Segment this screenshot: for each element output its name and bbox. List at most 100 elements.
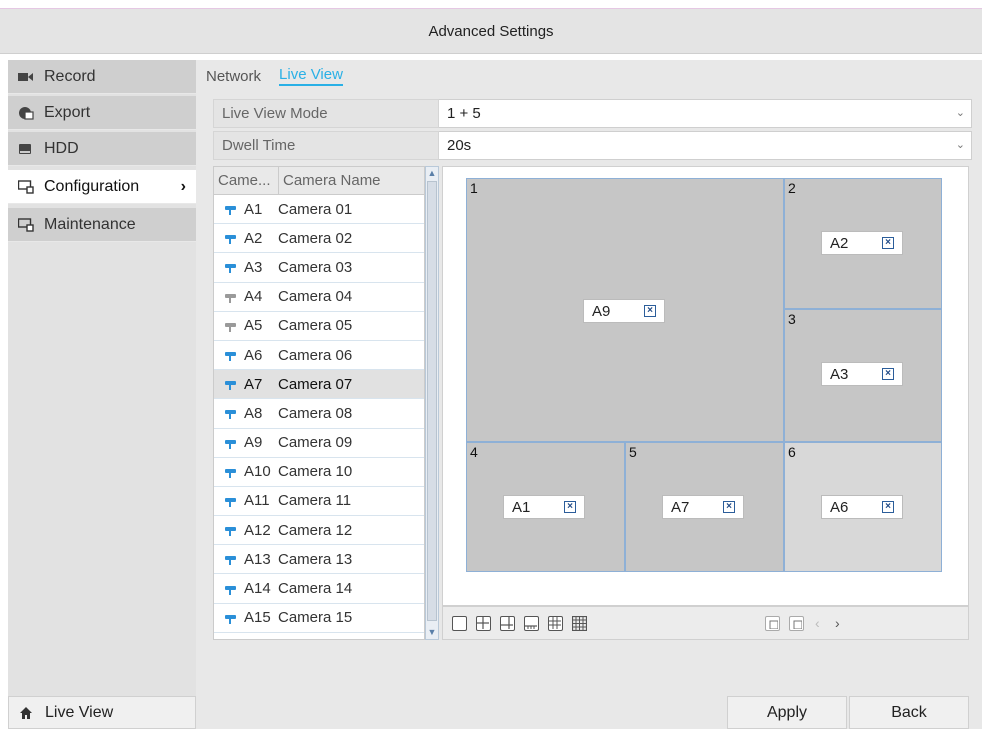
scroll-down-icon[interactable]: ▼	[426, 626, 438, 639]
camera-list-header: Came... Camera Name	[214, 167, 424, 195]
camera-list: Came... Camera Name A1 Camera 01 A2 Camera …	[213, 166, 425, 640]
sidebar-item-configuration[interactable]: Configuration ›	[8, 170, 196, 204]
live-view-mode-select[interactable]: 1 + 5 ⌄	[439, 99, 972, 128]
export-icon	[18, 106, 34, 120]
window-number: 3	[788, 311, 796, 327]
table-row[interactable]: A6 Camera 06	[214, 341, 424, 371]
tab-network[interactable]: Network	[206, 68, 261, 85]
camera-list-scrollbar[interactable]: ▲ ▼	[425, 166, 439, 640]
scrollbar-thumb[interactable]	[427, 181, 437, 621]
close-icon[interactable]: ×	[882, 501, 894, 513]
layout-window-3[interactable]: 3 A3 ×	[784, 309, 942, 442]
close-icon[interactable]: ×	[723, 501, 735, 513]
sidebar-item-export[interactable]: Export	[8, 96, 196, 130]
copy-window-icon[interactable]	[765, 616, 780, 631]
camera-name: Camera 01	[278, 200, 353, 218]
live-view-label: Live View	[45, 703, 114, 721]
layout-6-icon[interactable]	[500, 616, 515, 631]
paste-window-icon[interactable]	[789, 616, 804, 631]
dwell-time-select[interactable]: 20s ⌄	[439, 131, 972, 160]
camera-icon	[224, 232, 240, 245]
layout-window-4[interactable]: 4 A1 ×	[466, 442, 625, 572]
layout-window-6[interactable]: 6 A6 ×	[784, 442, 942, 572]
sidebar-item-label: Maintenance	[44, 215, 136, 233]
camera-id: A1	[244, 200, 263, 218]
camera-icon	[224, 378, 240, 391]
table-row[interactable]: A13 Camera 13	[214, 545, 424, 575]
apply-button[interactable]: Apply	[727, 696, 847, 729]
window-camera-label: A1	[512, 498, 531, 516]
table-row[interactable]: A15 Camera 15	[214, 604, 424, 633]
sidebar-item-label: Record	[44, 67, 96, 85]
table-row[interactable]: A14 Camera 14	[214, 574, 424, 604]
camera-name: Camera 05	[278, 317, 353, 335]
chevron-right-icon: ›	[180, 177, 186, 195]
window-camera-label: A3	[830, 365, 849, 383]
camera-icon	[224, 203, 240, 216]
camera-name: Camera 02	[278, 229, 353, 247]
close-icon[interactable]: ×	[564, 501, 576, 513]
layout-16-icon[interactable]	[572, 616, 587, 631]
sidebar-item-maintenance[interactable]: Maintenance	[8, 208, 196, 242]
camera-id: A9	[244, 434, 263, 452]
hdd-icon	[18, 142, 34, 156]
layout-toolbar: ‹ ›	[442, 606, 969, 640]
column-header-camera-no[interactable]: Came...	[214, 167, 279, 194]
table-row[interactable]: A7 Camera 07	[214, 370, 424, 400]
table-row[interactable]: A2 Camera 02	[214, 224, 424, 254]
layout-9-icon[interactable]	[548, 616, 563, 631]
live-view-button[interactable]: Live View	[8, 696, 196, 729]
maintenance-icon	[17, 217, 34, 232]
layout-window-5[interactable]: 5 A7 ×	[625, 442, 784, 572]
table-row[interactable]: A12 Camera 12	[214, 516, 424, 546]
camera-name: Camera 10	[278, 463, 353, 481]
camera-icon	[224, 320, 240, 332]
tab-live-view[interactable]: Live View	[279, 66, 343, 86]
layout-grid: 1 A9 × 2 A2 × 3 A3 × 4 A1 × 5 A7 × 6 A6 …	[466, 178, 942, 572]
table-row[interactable]: A11 Camera 11	[214, 487, 424, 517]
camera-id: A4	[244, 288, 263, 306]
camera-id: A13	[244, 550, 271, 568]
close-icon[interactable]: ×	[644, 305, 656, 317]
layout-8-icon[interactable]	[524, 616, 539, 631]
back-button[interactable]: Back	[849, 696, 969, 729]
camera-icon	[224, 261, 240, 274]
window-camera-tag: A7 ×	[662, 495, 744, 519]
scroll-up-icon[interactable]: ▲	[426, 167, 438, 180]
window-camera-tag: A6 ×	[821, 495, 903, 519]
layout-4-icon[interactable]	[476, 616, 491, 631]
window-title: Advanced Settings	[428, 22, 554, 40]
layout-window-2[interactable]: 2 A2 ×	[784, 178, 942, 309]
table-row[interactable]: A9 Camera 09	[214, 429, 424, 458]
column-header-camera-name[interactable]: Camera Name	[279, 167, 381, 194]
previous-page-icon[interactable]: ‹	[815, 615, 820, 631]
camera-icon	[224, 612, 240, 624]
camera-name: Camera 09	[278, 434, 353, 452]
table-row[interactable]: A1 Camera 01	[214, 195, 424, 225]
camera-name: Camera 11	[278, 492, 352, 510]
window-camera-label: A2	[830, 234, 849, 252]
layout-1-icon[interactable]	[452, 616, 467, 631]
camera-icon	[224, 437, 240, 449]
live-view-mode-value: 1 + 5	[447, 105, 481, 122]
layout-window-1[interactable]: 1 A9 ×	[466, 178, 784, 442]
camera-id: A12	[244, 521, 271, 539]
sidebar-item-record[interactable]: Record	[8, 60, 196, 94]
chevron-down-icon: ⌄	[955, 107, 965, 119]
window-number: 2	[788, 180, 796, 196]
camera-id: A14	[244, 580, 271, 598]
sidebar-item-hdd[interactable]: HDD	[8, 132, 196, 166]
camera-icon	[224, 349, 240, 362]
close-icon[interactable]: ×	[882, 237, 894, 249]
next-page-icon[interactable]: ›	[835, 615, 840, 631]
camera-name: Camera 15	[278, 609, 353, 627]
table-row[interactable]: A8 Camera 08	[214, 399, 424, 429]
close-icon[interactable]: ×	[882, 368, 894, 380]
table-row[interactable]: A3 Camera 03	[214, 253, 424, 283]
table-row[interactable]: A4 Camera 04	[214, 283, 424, 312]
table-row[interactable]: A5 Camera 05	[214, 312, 424, 341]
table-row[interactable]: A10 Camera 10	[214, 458, 424, 487]
camera-name: Camera 08	[278, 404, 353, 422]
camera-id: A15	[244, 609, 271, 627]
camera-icon	[224, 466, 240, 478]
